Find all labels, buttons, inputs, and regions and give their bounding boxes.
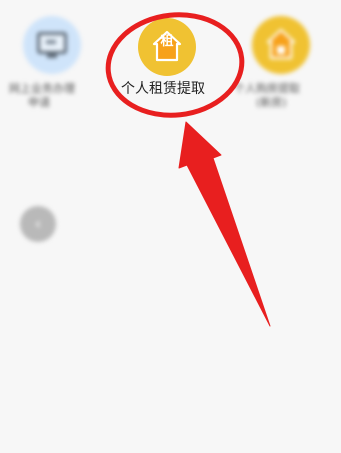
annotation-arrow-icon — [178, 121, 271, 327]
app-screen: 网上业务办理 申请 租 个人租赁提取 个人购房提取 (新房) ‹ — [0, 0, 341, 453]
annotation-overlay — [105, 12, 271, 327]
highlight-ellipse — [105, 12, 245, 118]
